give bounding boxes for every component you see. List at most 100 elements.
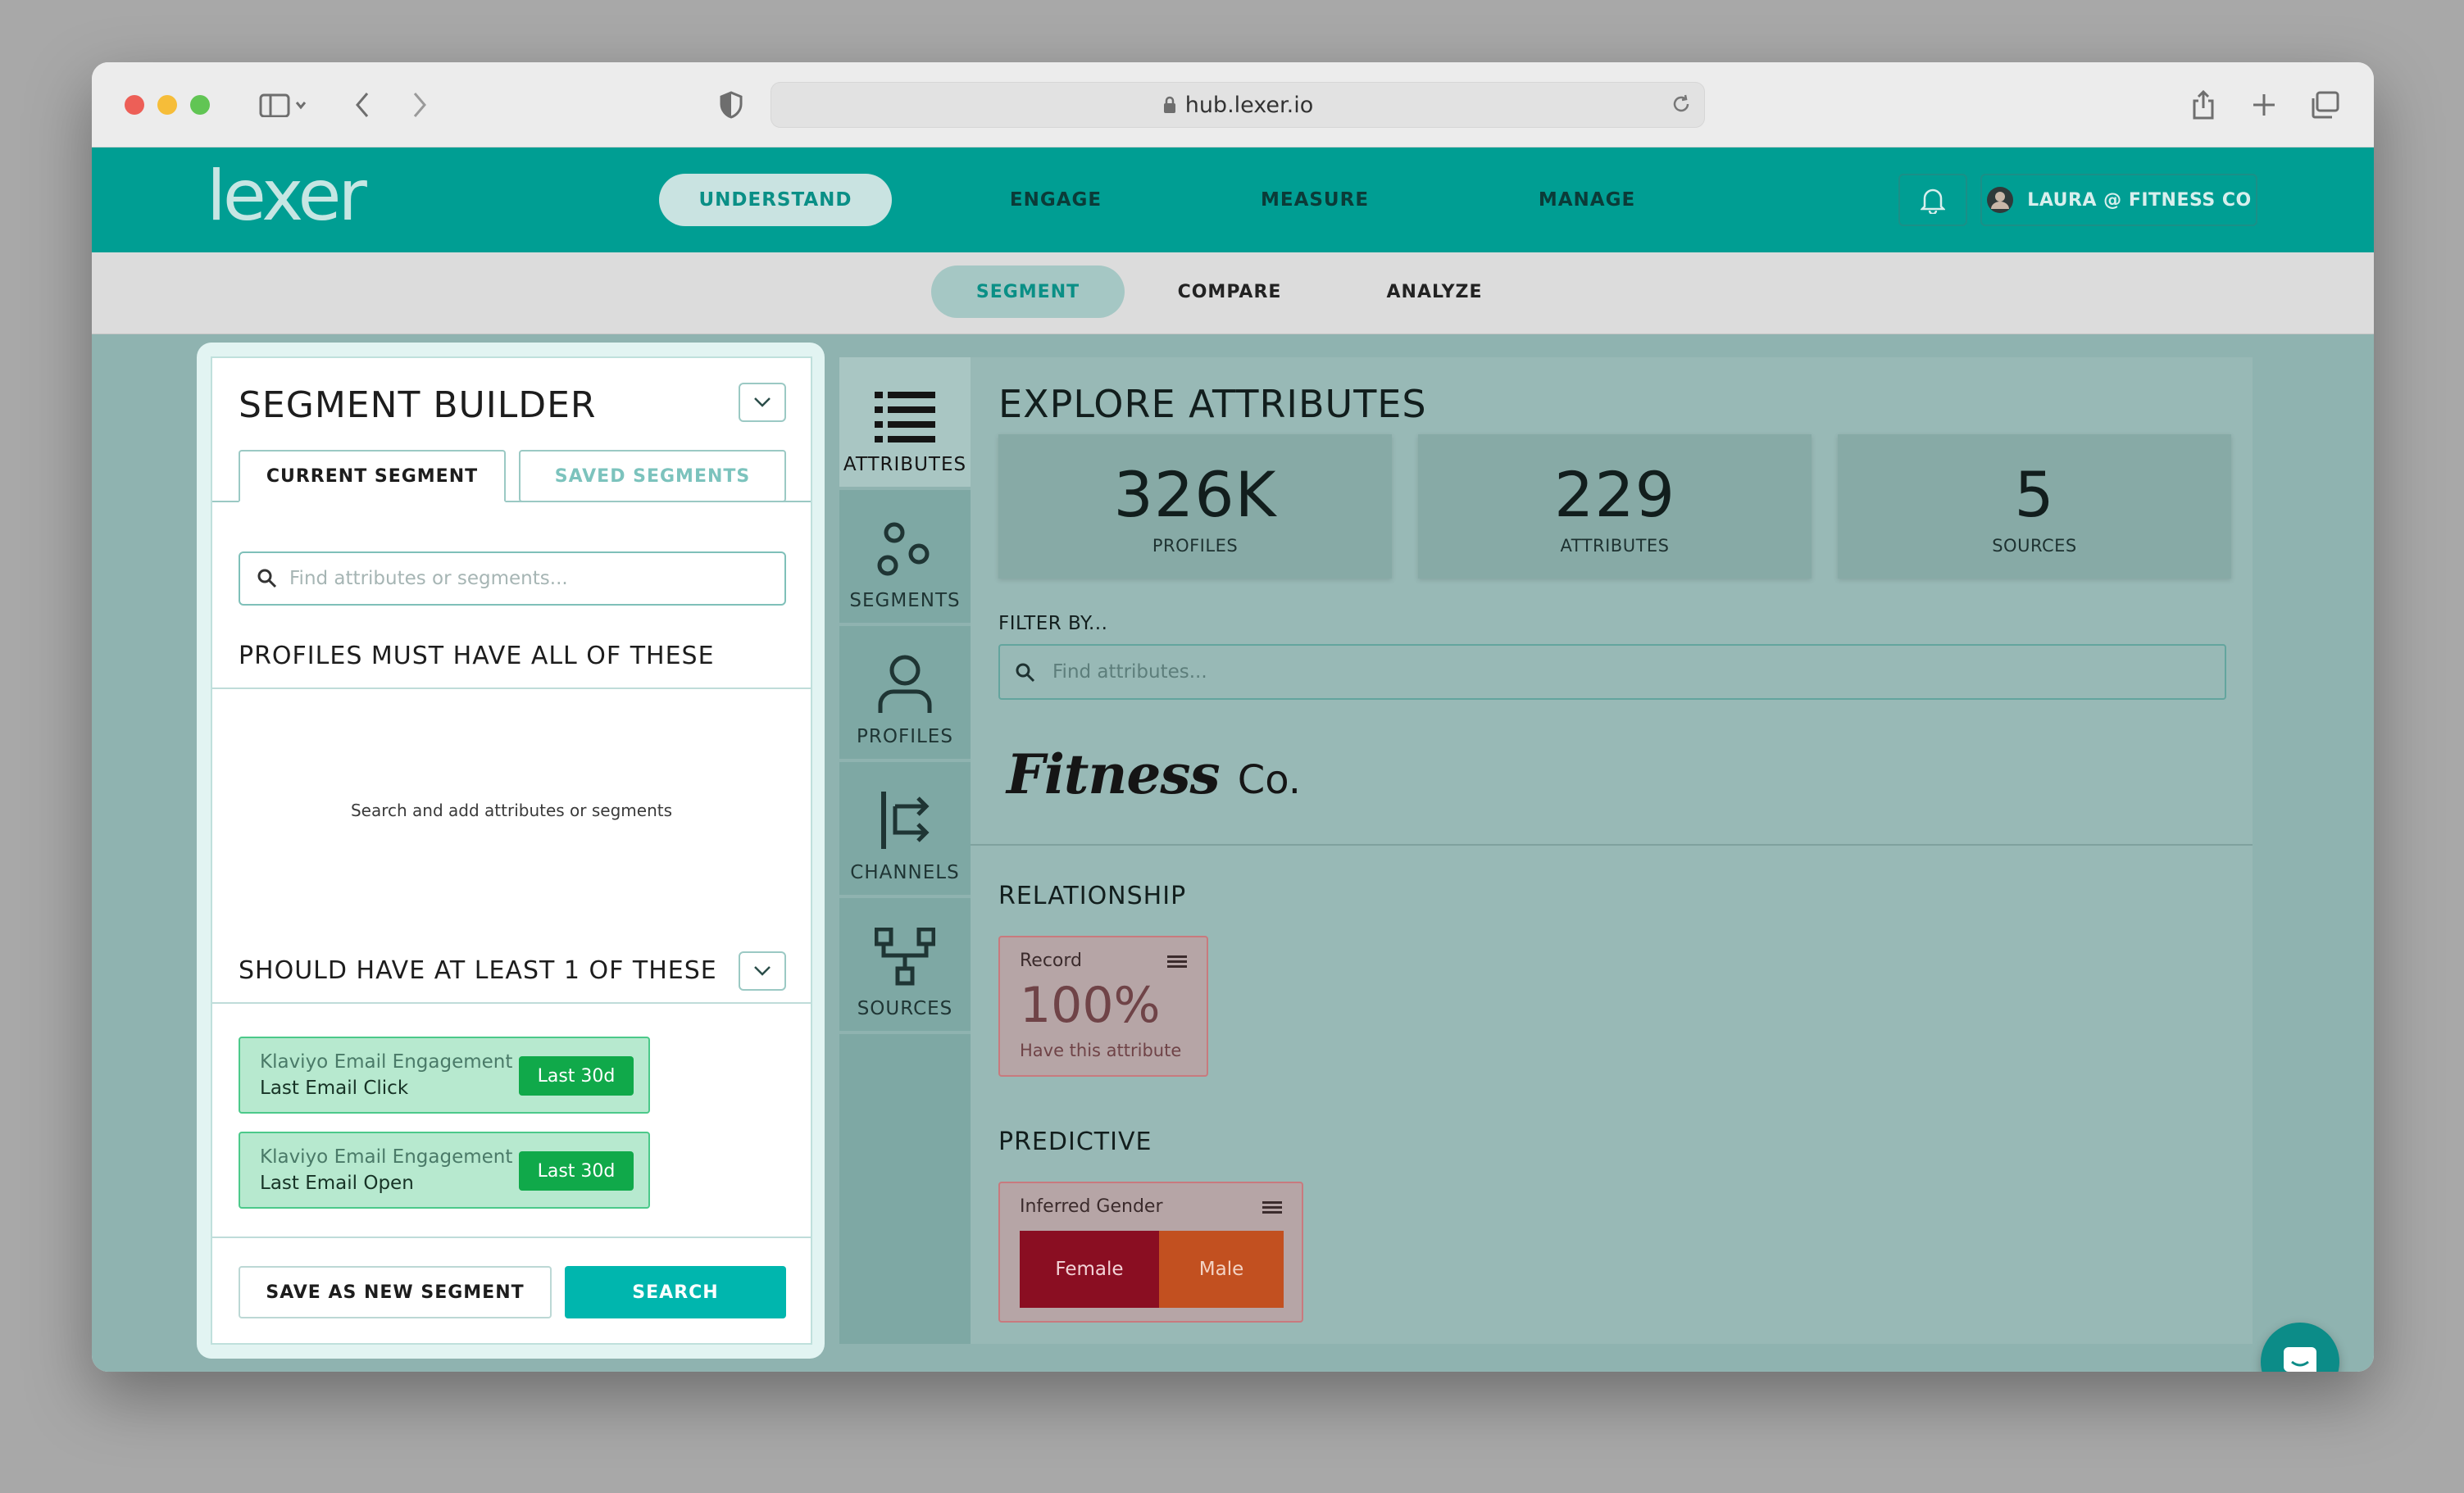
tab-segment[interactable]: SEGMENT [931,265,1125,318]
top-navigation: lexer UNDERSTAND ENGAGE MEASURE MANAGE L… [92,147,2374,252]
tab-analyze[interactable]: ANALYZE [1354,265,1515,318]
chevron-down-icon [754,397,771,407]
rail-label: CHANNELS [850,862,960,883]
sidebar-toggle-button[interactable] [251,85,316,125]
attribute-name: Last Email Open [260,1173,414,1194]
privacy-shield-button[interactable] [715,85,748,125]
stat-label: SOURCES [1992,535,2077,556]
attribute-search-input[interactable]: Find attributes or segments... [239,551,786,606]
stat-value: 326K [1113,457,1277,531]
attribute-chip-last-email-open[interactable]: Klaviyo Email Engagement Last Email Open… [239,1132,650,1209]
channels-icon [881,792,930,849]
should-have-collapse-button[interactable] [739,951,786,991]
tab-current-segment[interactable]: CURRENT SEGMENT [239,450,506,502]
reload-icon[interactable] [1670,93,1693,116]
rail-label: ATTRIBUTES [843,454,967,475]
must-have-heading: PROFILES MUST HAVE ALL OF THESE [239,642,715,670]
forward-button[interactable] [403,85,436,125]
relationship-heading: RELATIONSHIP [998,882,1187,910]
should-have-divider [212,1002,811,1004]
record-percentage: 100% [1020,977,1161,1034]
minimize-window-button[interactable] [157,95,177,115]
gender-female-segment[interactable]: Female [1020,1231,1159,1308]
footer-divider [212,1237,811,1238]
search-button[interactable]: SEARCH [565,1266,786,1318]
search-placeholder: Find attributes or segments... [289,568,568,589]
tab-overview-button[interactable] [2307,85,2343,125]
nav-engage[interactable]: ENGAGE [974,174,1138,226]
attribute-source: Klaviyo Email Engagement [260,1146,513,1168]
notifications-button[interactable] [1898,174,1967,226]
tabs-icon [2312,91,2339,119]
segment-builder-panel: SEGMENT BUILDER CURRENT SEGMENT SAVED SE… [211,356,812,1345]
save-as-new-segment-button[interactable]: SAVE AS NEW SEGMENT [239,1266,552,1318]
chevron-right-icon [413,93,426,117]
rail-item-segments[interactable]: SEGMENTS [839,493,971,626]
user-label: LAURA @ FITNESS CO [2027,189,2252,211]
inferred-gender-card[interactable]: Inferred Gender Female Male [998,1182,1303,1323]
chevron-left-icon [356,93,369,117]
new-tab-button[interactable] [2248,85,2280,125]
stat-profiles: 326K PROFILES [998,434,1392,579]
attribute-time-badge[interactable]: Last 30d [519,1056,634,1096]
filter-attributes-input[interactable]: Find attributes... [998,644,2226,700]
brand-divider [971,844,2253,846]
stat-value: 5 [2014,457,2055,531]
rail-label: PROFILES [857,726,953,747]
bell-icon [1921,188,1945,214]
stat-label: ATTRIBUTES [1560,535,1670,556]
explore-title: EXPLORE ATTRIBUTES [998,382,1427,426]
plus-icon [2253,94,2275,116]
tab-compare[interactable]: COMPARE [1149,265,1310,318]
list-icon [875,392,935,442]
browser-window: hub.lexer.io lexer UNDERSTAND ENGAGE MEA… [92,62,2374,1372]
search-icon [1016,663,1035,683]
explore-attributes-panel: EXPLORE ATTRIBUTES 326K PROFILES 229 ATT… [971,357,2253,1344]
lock-icon [1163,96,1175,113]
segments-icon [877,522,930,576]
nav-manage[interactable]: MANAGE [1505,174,1669,226]
url-text: hub.lexer.io [1184,92,1314,118]
attribute-chip-last-email-click[interactable]: Klaviyo Email Engagement Last Email Clic… [239,1037,650,1114]
tab-saved-segments[interactable]: SAVED SEGMENTS [519,450,786,502]
close-window-button[interactable] [125,95,144,115]
gender-male-segment[interactable]: Male [1159,1231,1284,1308]
must-have-divider [212,688,811,689]
rail-label: SEGMENTS [849,590,961,611]
record-attribute-card[interactable]: Record 100% Have this attribute [998,936,1208,1077]
rail-label: SOURCES [857,998,953,1019]
segment-builder-title: SEGMENT BUILDER [239,384,597,426]
back-button[interactable] [346,85,379,125]
stat-label: PROFILES [1152,535,1239,556]
builder-collapse-button[interactable] [739,383,786,422]
chevron-down-icon [754,966,771,976]
rail-item-profiles[interactable]: PROFILES [839,629,971,762]
rail-item-sources[interactable]: SOURCES [839,901,971,1034]
sources-icon [875,928,935,986]
empty-criteria-message: Search and add attributes or segments [350,801,673,820]
svg-text:lexer: lexer [207,167,367,233]
attribute-name: Last Email Click [260,1078,409,1099]
menu-icon[interactable] [1262,1201,1282,1214]
rail-item-channels[interactable]: CHANNELS [839,765,971,898]
nav-understand[interactable]: UNDERSTAND [659,174,892,226]
should-have-heading: SHOULD HAVE AT LEAST 1 OF THESE [239,956,717,985]
sub-navigation: SEGMENT COMPARE ANALYZE [92,252,2374,334]
chat-icon [2284,1347,2316,1372]
filter-placeholder: Find attributes... [1052,661,1207,683]
address-bar[interactable]: hub.lexer.io [771,82,1705,128]
chat-launcher-button[interactable] [2261,1323,2339,1372]
zoom-window-button[interactable] [190,95,210,115]
attribute-time-badge[interactable]: Last 30d [519,1151,634,1191]
lexer-logo-mark: lexer [207,155,371,237]
rail-item-attributes[interactable]: ATTRIBUTES [839,357,971,490]
menu-icon[interactable] [1167,955,1187,969]
nav-measure[interactable]: MEASURE [1233,174,1397,226]
lexer-logo[interactable]: lexer [207,155,444,237]
brand-suffix: Co. [1237,757,1301,803]
share-button[interactable] [2187,85,2220,125]
record-subtitle: Have this attribute [1020,1041,1182,1060]
attribute-source: Klaviyo Email Engagement [260,1051,513,1073]
user-menu-button[interactable]: LAURA @ FITNESS CO [1980,174,2257,226]
browser-toolbar: hub.lexer.io [92,62,2374,147]
